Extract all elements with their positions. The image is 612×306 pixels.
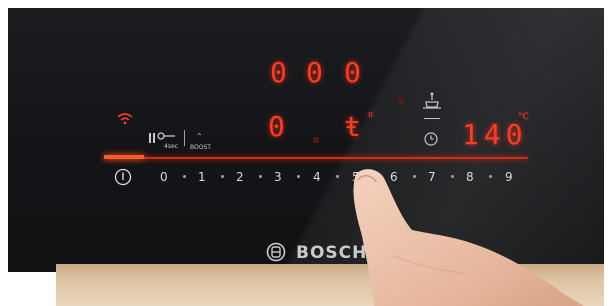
control-divider [184, 130, 185, 146]
timer-digit-2: 0 [306, 56, 323, 89]
cooking-sensor-pot-icon[interactable] [422, 92, 442, 110]
power-level-1[interactable]: 1 [198, 170, 206, 184]
power-level-3[interactable]: 3 [274, 170, 282, 184]
zone-heat-indicator: ıı [368, 110, 374, 120]
power-level-4[interactable]: 4 [313, 170, 321, 184]
sensor-divider [424, 118, 440, 119]
power-slider-active-segment [104, 155, 144, 159]
power-level-2[interactable]: 2 [236, 170, 244, 184]
zone-indicator-dot [313, 137, 319, 143]
lock-duration-label: 4sec [164, 143, 178, 150]
zone-power-level[interactable]: 0 [268, 110, 285, 143]
timer-digit-1: 0 [270, 56, 287, 89]
scale-dot [297, 175, 300, 178]
bosch-logo-icon [266, 242, 286, 262]
power-button[interactable] [114, 168, 132, 186]
zone-indicator-dot-upper [398, 98, 404, 104]
temperature-unit: °C [518, 112, 529, 122]
zone-mode-indicator: ŧ [344, 110, 361, 143]
power-slider-track[interactable] [104, 157, 528, 159]
cooktop-photo: 0 0 0 0 ŧ ıı 4sec ⌃ BOOST 140 °C 0 1 2 3… [0, 0, 612, 306]
boost-label: BOOST [190, 144, 211, 151]
power-level-0[interactable]: 0 [160, 170, 168, 184]
scale-dot [183, 175, 186, 178]
temperature-display: 140 [462, 118, 528, 151]
boost-icon[interactable]: ⌃ [196, 132, 203, 141]
scale-dot [259, 175, 262, 178]
finger-hand-image [353, 169, 584, 306]
timer-digit-3: 0 [344, 56, 361, 89]
scale-dot [221, 175, 224, 178]
clock-icon[interactable] [424, 132, 438, 146]
wifi-icon[interactable] [116, 112, 134, 126]
